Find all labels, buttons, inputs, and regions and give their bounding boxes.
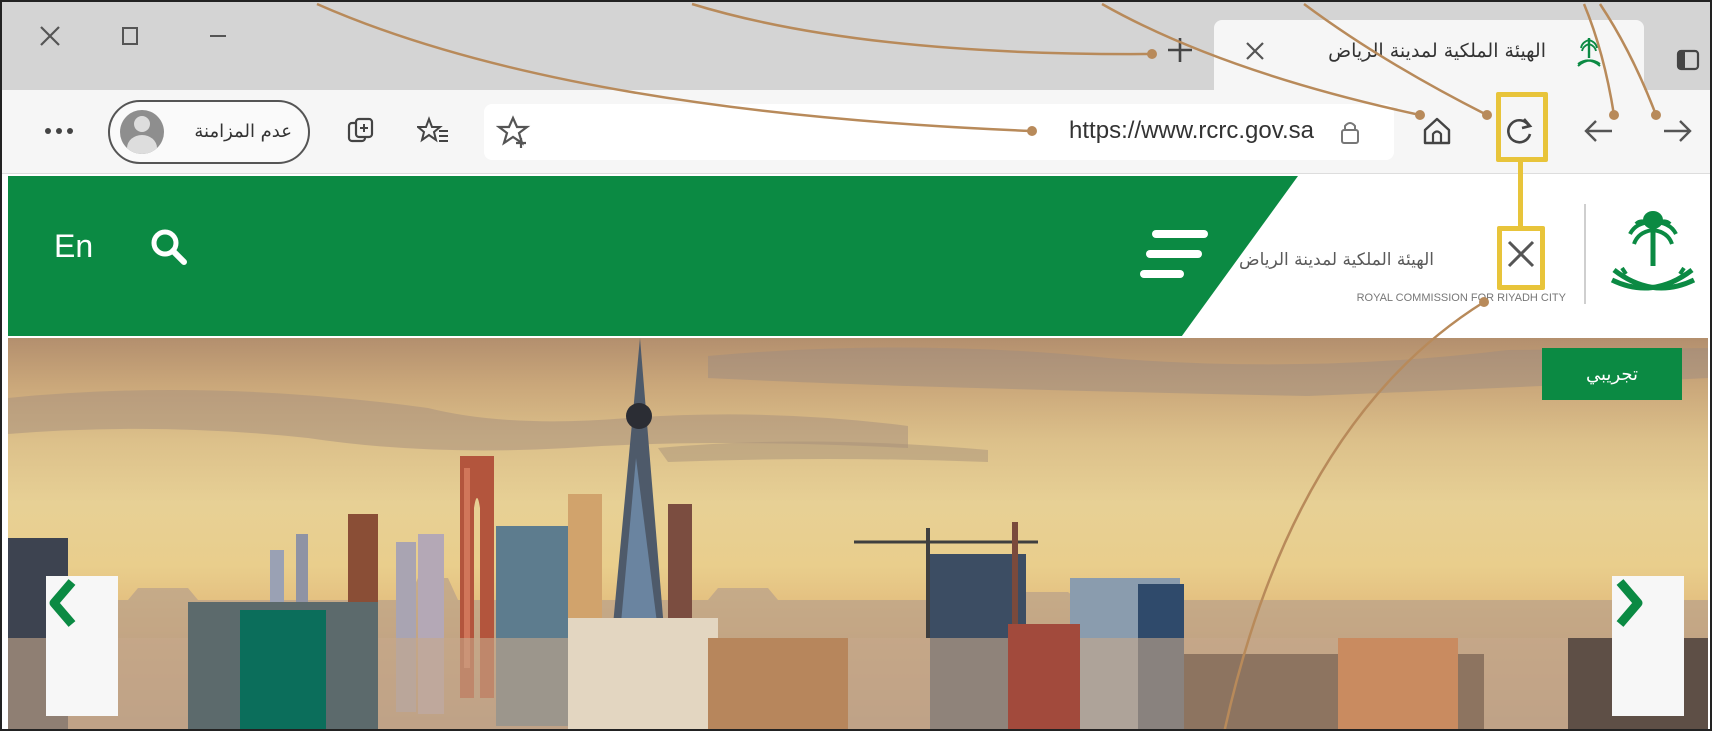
carousel-prev-button[interactable] <box>46 576 118 716</box>
beta-badge: تجريبي <box>1542 348 1682 400</box>
carousel-next-button[interactable] <box>1612 576 1684 716</box>
address-bar[interactable]: https://www.rcrc.gov.sa <box>484 104 1394 160</box>
close-icon <box>1246 42 1264 60</box>
logo-divider <box>1584 204 1586 304</box>
profile-button[interactable]: عدم المزامنة <box>108 100 310 164</box>
chevron-left-icon <box>49 579 76 627</box>
search-icon[interactable] <box>148 226 190 268</box>
home-button[interactable] <box>1412 106 1462 156</box>
favorites-icon <box>417 116 448 143</box>
org-name-arabic: الهيئة الملكية لمدينة الرياض <box>1239 250 1434 270</box>
site-favicon <box>1577 38 1601 67</box>
site-header: En الهيئة الملكية لمدينة الرياض ROYAL CO… <box>2 174 1710 338</box>
riyadh-skyline-image <box>8 338 1708 729</box>
tabs-menu-icon <box>1676 49 1700 71</box>
close-icon <box>40 26 60 46</box>
collections-icon <box>347 117 374 143</box>
back-icon <box>1584 120 1612 142</box>
tab-close-button[interactable] <box>1238 34 1272 68</box>
restore-icon <box>122 27 138 45</box>
highlight-connector <box>1518 162 1523 226</box>
new-tab-icon <box>1168 38 1192 62</box>
window-close-button[interactable] <box>30 16 70 56</box>
url-text[interactable]: https://www.rcrc.gov.sa <box>1069 117 1314 145</box>
forward-icon <box>1664 120 1692 142</box>
minimize-icon <box>210 35 226 37</box>
refresh-highlight-box <box>1496 92 1548 162</box>
forward-button[interactable] <box>1652 106 1702 156</box>
browser-window: الهيئة الملكية لمدينة الرياض عدم المزامن… <box>0 0 1712 731</box>
tab-active[interactable]: الهيئة الملكية لمدينة الرياض <box>1214 20 1644 90</box>
tab-actions-button[interactable] <box>1670 42 1706 78</box>
tab-title: الهيئة الملكية لمدينة الرياض <box>1328 40 1546 62</box>
hero-banner: تجريبي <box>8 338 1708 729</box>
window-minimize-button[interactable] <box>198 16 238 56</box>
tab-strip: الهيئة الملكية لمدينة الرياض <box>2 2 1710 90</box>
avatar <box>120 110 164 154</box>
more-icon <box>45 128 73 134</box>
menu-icon[interactable] <box>1140 230 1208 280</box>
lock-icon[interactable] <box>1336 118 1364 146</box>
home-icon <box>1423 117 1451 145</box>
org-name-english: ROYAL COMMISSION FOR RIYADH CITY <box>1356 292 1566 304</box>
sync-status-label: عدم المزامنة <box>194 121 292 142</box>
window-restore-button[interactable] <box>110 16 150 56</box>
header-green-band <box>8 176 1298 336</box>
more-button[interactable] <box>42 114 76 148</box>
chevron-right-icon <box>1616 579 1643 627</box>
add-favorite-icon[interactable] <box>496 114 532 150</box>
saudi-emblem-logo <box>1610 211 1696 291</box>
new-tab-button[interactable] <box>1162 32 1198 68</box>
back-button[interactable] <box>1574 106 1624 156</box>
close-icon[interactable] <box>1505 238 1537 270</box>
collections-button[interactable] <box>336 106 386 156</box>
language-toggle[interactable]: En <box>54 228 93 265</box>
browser-toolbar: عدم المزامنة https://www.rcrc.gov.sa <box>2 90 1710 174</box>
favorites-button[interactable] <box>408 106 458 156</box>
